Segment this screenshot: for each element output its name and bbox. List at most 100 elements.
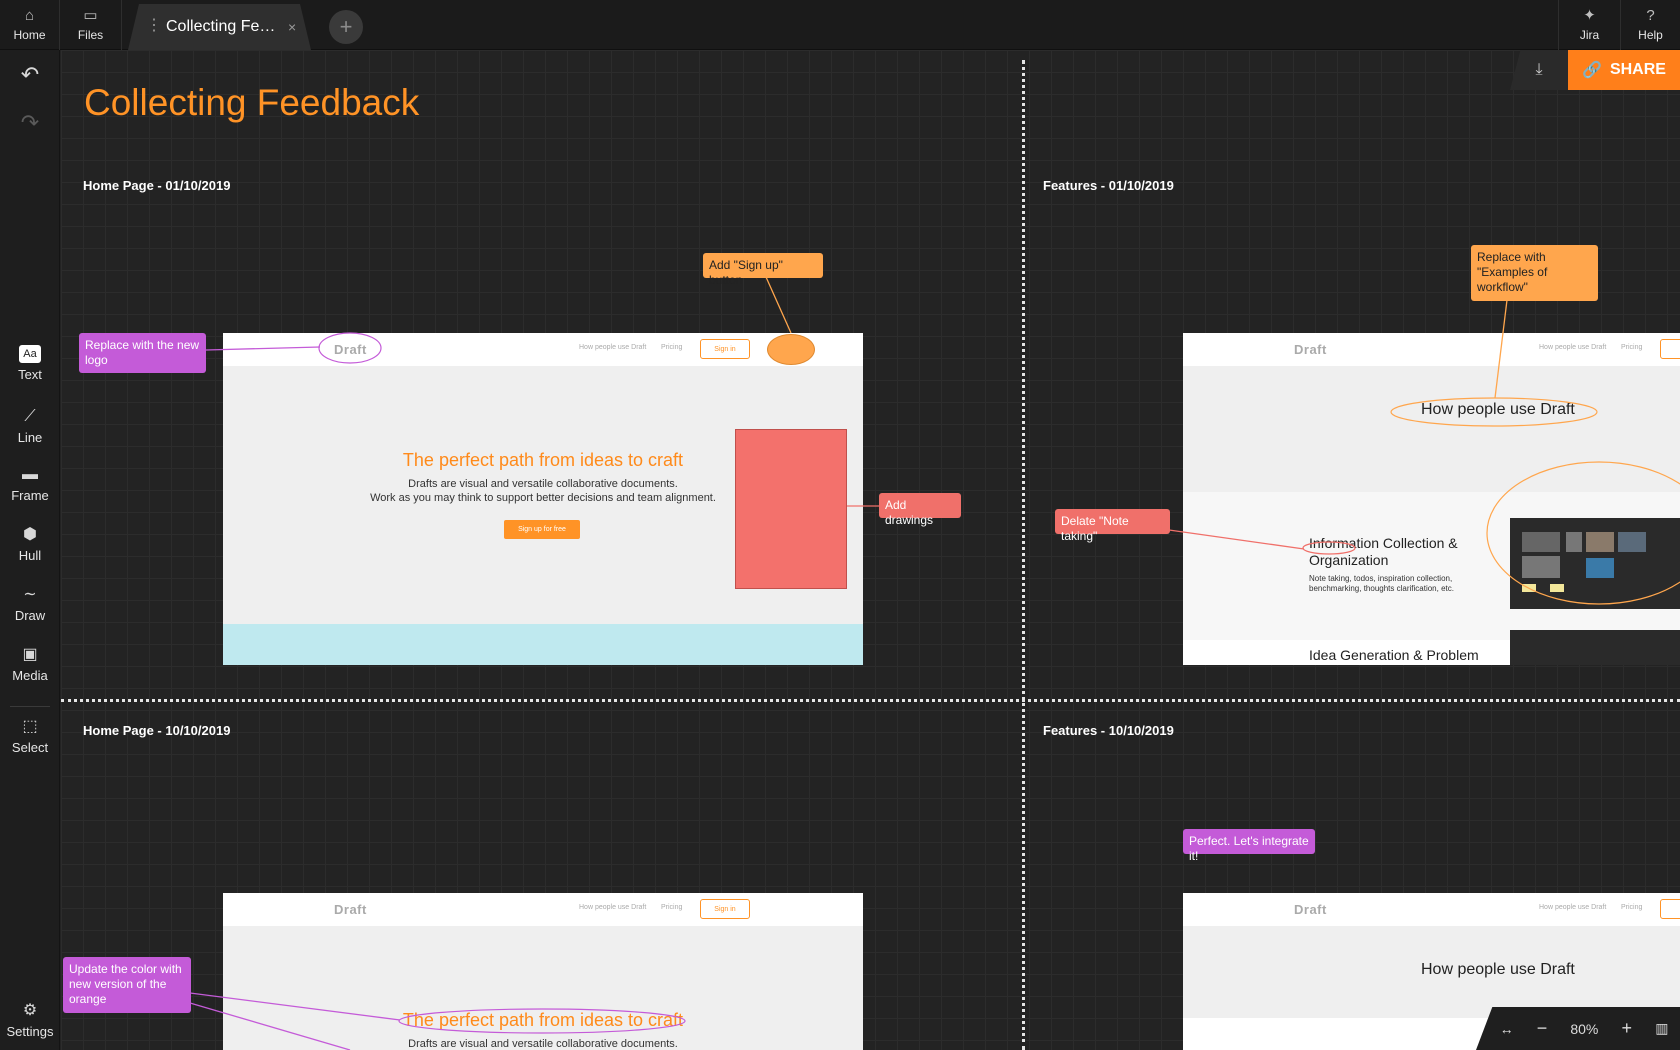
thumbnail bbox=[1522, 532, 1560, 552]
tool-sidebar: ↶ ↷ Aa Text ⟋ Line ▬ Frame ⬢ Hull ∼ Draw… bbox=[0, 50, 60, 1050]
app-window: ⌂ Home ▭ Files ⋮ Collecting Fee... × + ✦… bbox=[0, 0, 1680, 1050]
top-bar: ⌂ Home ▭ Files ⋮ Collecting Fee... × + ✦… bbox=[0, 0, 1680, 50]
share-toolbar: ⤓ 🔗 SHARE bbox=[1510, 50, 1680, 90]
frame-hero-button: Sign up for free bbox=[504, 520, 580, 539]
home-button[interactable]: ⌂ Home bbox=[0, 0, 60, 50]
home-page-frame-2[interactable]: Draft How people use Draft Pricing Sign … bbox=[223, 893, 863, 1050]
signup-placeholder-shape[interactable] bbox=[767, 334, 815, 365]
features-hero: How people use Draft bbox=[1183, 366, 1680, 492]
frame-hero-title: The perfect path from ideas to craft bbox=[402, 1010, 684, 1030]
frame-nav-link: Pricing bbox=[1621, 904, 1643, 911]
frame-nav-link: Pricing bbox=[661, 344, 683, 351]
home-label: Home bbox=[13, 28, 46, 42]
files-label: Files bbox=[77, 28, 104, 42]
map-icon[interactable]: ▥ bbox=[1655, 1020, 1668, 1037]
thumbnail bbox=[1586, 532, 1614, 552]
tool-hull[interactable]: ⬢ Hull bbox=[0, 526, 60, 563]
frame-nav-link: How people use Draft bbox=[1539, 344, 1607, 351]
download-icon: ⤓ bbox=[1535, 61, 1543, 78]
features-heading: How people use Draft bbox=[1421, 401, 1575, 418]
feature-text: Note taking, todos, inspiration collecti… bbox=[1309, 574, 1454, 593]
note-replace-logo[interactable]: Replace with the new logo bbox=[79, 333, 206, 373]
tab-close-icon[interactable]: × bbox=[288, 19, 296, 35]
hull-icon: ⬢ bbox=[23, 526, 37, 543]
note-delete-note-taking[interactable]: Delate "Note taking" bbox=[1055, 509, 1170, 543]
frame-nav: Draft How people use Draft Pricing Sign … bbox=[223, 893, 863, 926]
frame-sign-in bbox=[1660, 339, 1680, 359]
draw-icon: ∼ bbox=[23, 586, 37, 603]
note-add-drawings[interactable]: Add drawings bbox=[879, 493, 961, 527]
gear-icon: ⚙ bbox=[22, 1002, 38, 1019]
help-button[interactable]: ? Help bbox=[1620, 0, 1680, 50]
feature-row: Information Collection & Organization No… bbox=[1183, 492, 1680, 640]
feature-title: Idea Generation & Problem bbox=[1309, 647, 1479, 663]
note-add-signup[interactable]: Add "Sign up" button bbox=[703, 253, 823, 287]
board-title[interactable]: Collecting Feedback bbox=[84, 82, 419, 124]
tool-draw-label: Draw bbox=[14, 608, 46, 623]
thumbnail bbox=[1566, 532, 1582, 552]
help-icon: ? bbox=[1646, 7, 1655, 24]
frame-logo: Draft bbox=[1294, 342, 1327, 357]
note-perfect[interactable]: Perfect. Let's integrate it! bbox=[1183, 829, 1315, 863]
redo-button[interactable]: ↷ bbox=[0, 112, 60, 136]
frame-logo: Draft bbox=[334, 342, 367, 357]
zoom-in-button[interactable]: + bbox=[1622, 1018, 1633, 1039]
line-icon: ⟋ bbox=[24, 408, 36, 425]
tool-frame-label: Frame bbox=[11, 488, 49, 503]
drawing-placeholder-shape[interactable] bbox=[735, 429, 847, 589]
zoom-bar: ↔ − 80% + ▥ bbox=[1476, 1007, 1680, 1050]
tool-text-label: Text bbox=[18, 367, 42, 382]
zoom-level[interactable]: 80% bbox=[1570, 1021, 1598, 1037]
new-tab-button[interactable]: + bbox=[329, 10, 363, 44]
help-label: Help bbox=[1638, 28, 1663, 42]
thumbnail bbox=[1618, 532, 1646, 552]
share-button[interactable]: 🔗 SHARE bbox=[1568, 50, 1680, 90]
files-button[interactable]: ▭ Files bbox=[60, 0, 122, 50]
note-update-color[interactable]: Update the color with new version of the… bbox=[63, 957, 191, 1013]
section-title-features-1[interactable]: Features - 01/10/2019 bbox=[1043, 178, 1174, 193]
thumbnail bbox=[1522, 556, 1560, 578]
undo-icon: ↶ bbox=[20, 62, 40, 87]
download-button[interactable]: ⤓ bbox=[1510, 50, 1568, 90]
zoom-out-button[interactable]: − bbox=[1537, 1018, 1548, 1039]
undo-button[interactable]: ↶ bbox=[0, 62, 60, 88]
fit-width-icon[interactable]: ↔ bbox=[1500, 1021, 1514, 1037]
section-title-home-2[interactable]: Home Page - 10/10/2019 bbox=[83, 723, 230, 738]
jira-label: Jira bbox=[1579, 28, 1600, 42]
media-icon: ▣ bbox=[22, 646, 38, 663]
tab-collecting-feedback[interactable]: ⋮ Collecting Fee... × bbox=[128, 4, 311, 50]
section-title-features-2[interactable]: Features - 10/10/2019 bbox=[1043, 723, 1174, 738]
note-replace-examples[interactable]: Replace with "Examples of workflow" bbox=[1471, 245, 1598, 301]
feature-title: Information Collection & Organization bbox=[1309, 535, 1458, 568]
tool-text[interactable]: Aa Text bbox=[0, 345, 60, 382]
tool-line[interactable]: ⟋ Line bbox=[0, 408, 60, 445]
sticky-note-thumb bbox=[1522, 584, 1536, 592]
frame-sign-in: Sign in bbox=[700, 899, 750, 919]
frame-logo: Draft bbox=[334, 902, 367, 917]
jira-icon: ✦ bbox=[1583, 7, 1596, 24]
jira-button[interactable]: ✦ Jira bbox=[1558, 0, 1620, 50]
tool-media-label: Media bbox=[12, 668, 48, 683]
frame-nav-link: How people use Draft bbox=[1539, 904, 1607, 911]
tool-frame[interactable]: ▬ Frame bbox=[0, 466, 60, 503]
frame-hero-subtitle: Drafts are visual and versatile collabor… bbox=[408, 1038, 678, 1050]
folder-icon: ▭ bbox=[83, 7, 98, 24]
sidebar-divider bbox=[10, 706, 50, 707]
feature-screenshot bbox=[1510, 518, 1680, 609]
horizontal-divider bbox=[61, 699, 1680, 702]
tool-media[interactable]: ▣ Media bbox=[0, 646, 60, 683]
section-title-home-1[interactable]: Home Page - 01/10/2019 bbox=[83, 178, 230, 193]
thumbnail bbox=[1586, 558, 1614, 578]
settings-button[interactable]: ⚙ Settings bbox=[0, 1002, 60, 1039]
features-frame-1[interactable]: Draft How people use Draft Pricing How p… bbox=[1183, 333, 1680, 665]
feature-screenshot bbox=[1510, 630, 1680, 665]
tool-select-label: Select bbox=[11, 740, 49, 755]
tool-select[interactable]: ⬚ Select bbox=[0, 718, 60, 755]
tool-draw[interactable]: ∼ Draw bbox=[0, 586, 60, 623]
home-page-frame-1[interactable]: Draft How people use Draft Pricing Sign … bbox=[223, 333, 863, 665]
tab-menu-icon[interactable]: ⋮ bbox=[146, 18, 162, 34]
frame-logo: Draft bbox=[1294, 902, 1327, 917]
tab-title: Collecting Fee... bbox=[166, 18, 276, 35]
select-icon: ⬚ bbox=[22, 718, 38, 735]
sticky-note-thumb bbox=[1550, 584, 1564, 592]
